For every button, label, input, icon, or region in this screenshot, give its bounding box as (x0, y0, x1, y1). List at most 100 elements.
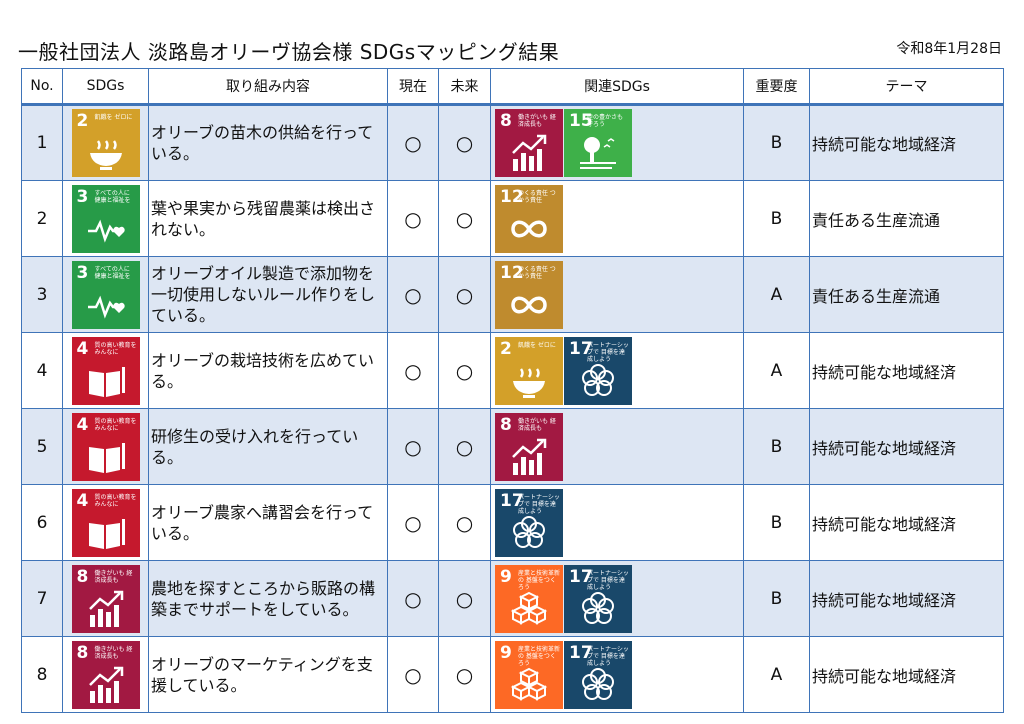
column-header-content: 取り組み内容 (148, 68, 388, 106)
importance-grade: A (743, 636, 810, 713)
sdg-goal-2-tile: 2 飢餓を ゼロに (495, 336, 563, 405)
tree-icon (580, 137, 616, 169)
book-icon (88, 442, 125, 473)
table-row: 5 4 質の高い教育を みんなに 研修生の受け入れを行っている。 ○ ○ 8 働きがいも 経済… (21, 408, 1004, 485)
sdg-goal-caption: 働きがいも 経済成長も (518, 417, 556, 432)
sdg-goal-caption: 飢餓を ゼロに (94, 114, 133, 121)
theme-label: 持続可能な地域経済 (809, 332, 1004, 409)
sdg-goal-number: 2 (76, 111, 89, 131)
page-title: 一般社団法人 淡路島オリーヴ協会様 SDGsマッピング結果 (18, 40, 560, 64)
related-sdgs-cell: 17 パートナーシップで 目標を達成しよう (490, 484, 744, 561)
sdg-goal-caption: すべての人に 健康と福祉を (94, 265, 131, 280)
row-number: 2 (21, 180, 63, 257)
initiative-content: オリーブオイル製造で添加物を一切使用しないルール作りをしている。 (148, 256, 388, 333)
related-sdgs-cell: 12 つくる責任 つかう責任 (490, 256, 744, 333)
future-status-mark: ○ (438, 636, 491, 713)
sdg-goal-4-tile: 4 質の高い教育を みんなに (71, 488, 140, 557)
sdg-goal-caption: 質の高い教育を みんなに (94, 341, 137, 356)
importance-grade: B (743, 408, 810, 485)
sdg-goal-number: 4 (76, 490, 89, 511)
column-header-no: No. (21, 68, 63, 106)
rings-icon (582, 363, 614, 396)
cubes-icon (510, 667, 548, 701)
primary-sdg-cell: 4 質の高い教育を みんなに (62, 332, 149, 409)
row-number: 1 (21, 104, 63, 181)
current-status-mark: ○ (387, 636, 439, 713)
bowl-icon (513, 367, 545, 398)
related-sdgs-cell: 8 働きがいも 経済成長も 15 陸の豊かさも 守ろう (490, 104, 744, 181)
sdg-goal-3-tile: 3 すべての人に 健康と福祉を (71, 260, 140, 329)
column-header-sdgs: SDGs (62, 68, 149, 106)
infinity-icon (511, 296, 547, 313)
future-status-mark: ○ (438, 332, 491, 409)
initiative-content: 葉や果実から残留農薬は検出されない。 (148, 180, 388, 257)
current-status-mark: ○ (387, 104, 439, 181)
sdg-goal-number: 8 (76, 566, 89, 587)
current-status-mark: ○ (387, 332, 439, 409)
sdgs-mapping-table: No. SDGs 取り組み内容 現在 未来 関連SDGs 重要度 テーマ 12飢… (21, 68, 1004, 713)
sdg-goal-caption: パートナーシップで 目標を達成しよう (587, 569, 629, 591)
column-header-now: 現在 (387, 68, 439, 106)
sdg-goal-4-tile: 4 質の高い教育を みんなに (71, 412, 140, 481)
sdg-goal-17-tile: 17 パートナーシップで 目標を達成しよう (564, 336, 632, 405)
initiative-content: 農地を探すところから販路の構築までサポートをしている。 (148, 560, 388, 637)
primary-sdg-cell: 8 働きがいも 経済成長も (62, 560, 149, 637)
future-status-mark: ○ (438, 484, 491, 561)
column-header-future: 未来 (438, 68, 491, 106)
sdg-goal-number: 3 (76, 186, 89, 207)
row-number: 7 (21, 560, 63, 637)
sdg-goal-number: 2 (500, 338, 512, 359)
sdg-goal-caption: すべての人に 健康と福祉を (94, 189, 131, 204)
column-header-importance: 重要度 (743, 68, 810, 106)
related-sdgs-cell: 9 産業と技術革新の 基盤をつくろう 17 パートナーシップで 目標を達成しよう (490, 636, 744, 713)
current-status-mark: ○ (387, 256, 439, 333)
theme-label: 持続可能な地域経済 (809, 636, 1004, 713)
primary-sdg-cell: 8 働きがいも 経済成長も (62, 636, 149, 713)
sdg-goal-caption: パートナーシップで 目標を達成しよう (587, 645, 629, 667)
sdg-goal-number: 4 (76, 414, 89, 435)
table-row: 3 3 すべての人に 健康と福祉を オリーブオイル製造で添加物を一切使用しないルール作… (21, 256, 1004, 333)
sdg-goal-caption: つくる責任 つかう責任 (518, 265, 556, 280)
sdg-goal-8-tile: 8 働きがいも 経済成長も (71, 640, 140, 709)
theme-label: 責任ある生産流通 (809, 180, 1004, 257)
initiative-content: オリーブの苗木の供給を行っている。 (148, 104, 388, 181)
growth-chart-icon (512, 134, 547, 171)
initiative-content: オリーブ農家へ講習会を行っている。 (148, 484, 388, 561)
primary-sdg-cell: 4 質の高い教育を みんなに (62, 408, 149, 485)
theme-label: 持続可能な地域経済 (809, 484, 1004, 561)
cubes-icon (510, 591, 548, 625)
bowl-icon (89, 140, 122, 170)
primary-sdg-cell: 2 飢餓を ゼロに (62, 104, 149, 181)
sdg-goal-3-tile: 3 すべての人に 健康と福祉を (71, 184, 140, 253)
sdg-goal-8-tile: 8 働きがいも 経済成長も (71, 564, 140, 633)
initiative-content: 研修生の受け入れを行っている。 (148, 408, 388, 485)
book-icon (88, 518, 125, 549)
row-number: 6 (21, 484, 63, 561)
initiative-content: オリーブのマーケティングを支援している。 (148, 636, 388, 713)
book-icon (88, 366, 125, 397)
current-status-mark: ○ (387, 180, 439, 257)
table-row: 6 4 質の高い教育を みんなに オリーブ農家へ講習会を行っている。 ○ ○ 17 パートナー… (21, 484, 1004, 561)
related-sdgs-cell: 9 産業と技術革新の 基盤をつくろう 17 パートナーシップで 目標を達成しよう (490, 560, 744, 637)
theme-label: 持続可能な地域経済 (809, 408, 1004, 485)
current-status-mark: ○ (387, 484, 439, 561)
primary-sdg-cell: 4 質の高い教育を みんなに (62, 484, 149, 561)
importance-grade: A (743, 256, 810, 333)
heartbeat-icon (87, 295, 125, 319)
theme-label: 持続可能な地域経済 (809, 104, 1004, 181)
sdg-goal-caption: パートナーシップで 目標を達成しよう (587, 341, 629, 363)
future-status-mark: ○ (438, 560, 491, 637)
theme-label: 持続可能な地域経済 (809, 560, 1004, 637)
row-number: 4 (21, 332, 63, 409)
sdg-goal-caption: つくる責任 つかう責任 (518, 189, 556, 204)
sdg-goal-number: 8 (500, 111, 512, 131)
infinity-icon (511, 220, 547, 237)
growth-chart-icon (512, 438, 547, 475)
sdg-goal-caption: パートナーシップで 目標を達成しよう (518, 493, 560, 515)
sdg-goal-caption: 働きがいも 経済成長も (94, 569, 133, 584)
table-row: 8 8 働きがいも 経済成長も オリーブのマーケティングを支援している。 ○ ○ 9 産業と技… (21, 636, 1004, 713)
table-header-row: No. SDGs 取り組み内容 現在 未来 関連SDGs 重要度 テーマ (21, 68, 1004, 106)
sdg-goal-17-tile: 17 パートナーシップで 目標を達成しよう (564, 640, 632, 709)
sdg-goal-8-tile: 8 働きがいも 経済成長も (495, 109, 563, 177)
sdg-goal-number: 3 (76, 262, 89, 283)
